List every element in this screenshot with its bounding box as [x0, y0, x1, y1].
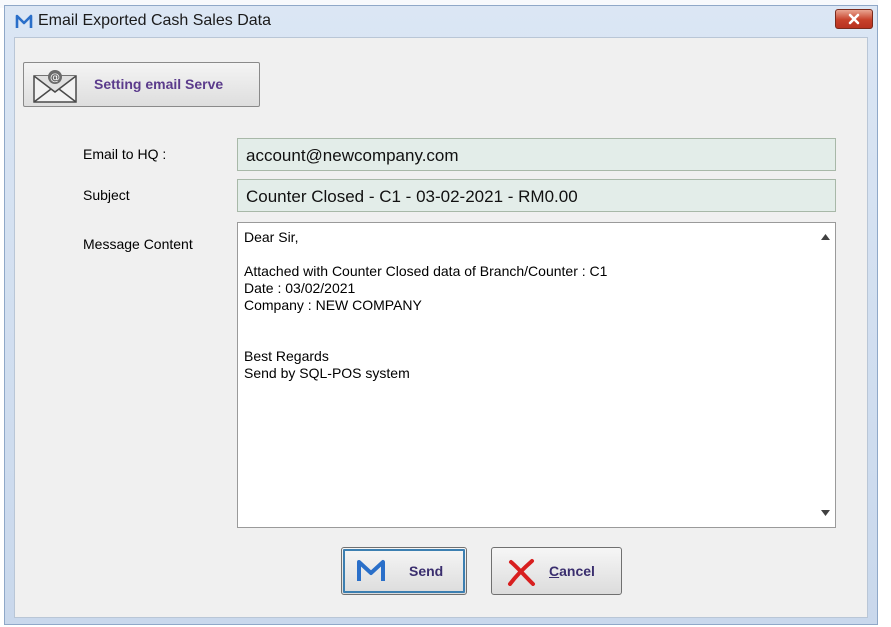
message-content-label: Message Content [83, 236, 193, 252]
message-line [244, 314, 607, 331]
message-line: Send by SQL-POS system [244, 365, 410, 381]
subject-field[interactable]: Counter Closed - C1 - 03-02-2021 - RM0.0… [237, 179, 836, 212]
message-line: Company : NEW COMPANY [244, 297, 422, 313]
send-button[interactable]: Send [341, 547, 467, 595]
vertical-scrollbar[interactable] [816, 223, 835, 527]
subject-label: Subject [83, 187, 130, 203]
cancel-button[interactable]: Cancel [491, 547, 622, 595]
close-button[interactable] [835, 9, 873, 29]
window-title: Email Exported Cash Sales Data [38, 12, 271, 29]
message-line [244, 246, 607, 263]
close-icon [848, 13, 860, 25]
title-bar[interactable]: Email Exported Cash Sales Data [5, 6, 877, 37]
message-body: Dear Sir, Attached with Counter Closed d… [244, 229, 607, 382]
scroll-up-arrow-icon[interactable] [821, 234, 830, 240]
email-to-hq-label: Email to HQ : [83, 146, 167, 162]
cancel-label: Cancel [549, 563, 595, 579]
setting-email-server-label: Setting email Serve [94, 76, 224, 92]
gmail-icon [357, 560, 385, 581]
red-x-icon [508, 559, 535, 586]
send-label: Send [409, 563, 444, 579]
email-dialog: Email Exported Cash Sales Data @ Setting… [4, 5, 878, 625]
cancel-accelerator: C [549, 563, 560, 579]
message-line [244, 331, 607, 348]
setting-email-server-button[interactable]: @ Setting email Serve [23, 62, 260, 107]
message-line: Best Regards [244, 348, 329, 364]
svg-text:@: @ [50, 73, 60, 84]
message-line: Attached with Counter Closed data of Bra… [244, 263, 608, 279]
message-line: Date : 03/02/2021 [244, 280, 356, 296]
cancel-label-rest: ancel [559, 563, 595, 579]
gmail-icon [15, 14, 33, 28]
email-envelope-icon: @ [33, 70, 77, 103]
scroll-down-arrow-icon[interactable] [821, 510, 830, 516]
dialog-body: @ Setting email Serve Email to HQ : acco… [14, 37, 868, 618]
message-content-textarea[interactable]: Dear Sir, Attached with Counter Closed d… [237, 222, 836, 528]
email-to-hq-field[interactable]: account@newcompany.com [237, 138, 836, 171]
message-line: Dear Sir, [244, 229, 299, 245]
background-area [878, 0, 891, 627]
